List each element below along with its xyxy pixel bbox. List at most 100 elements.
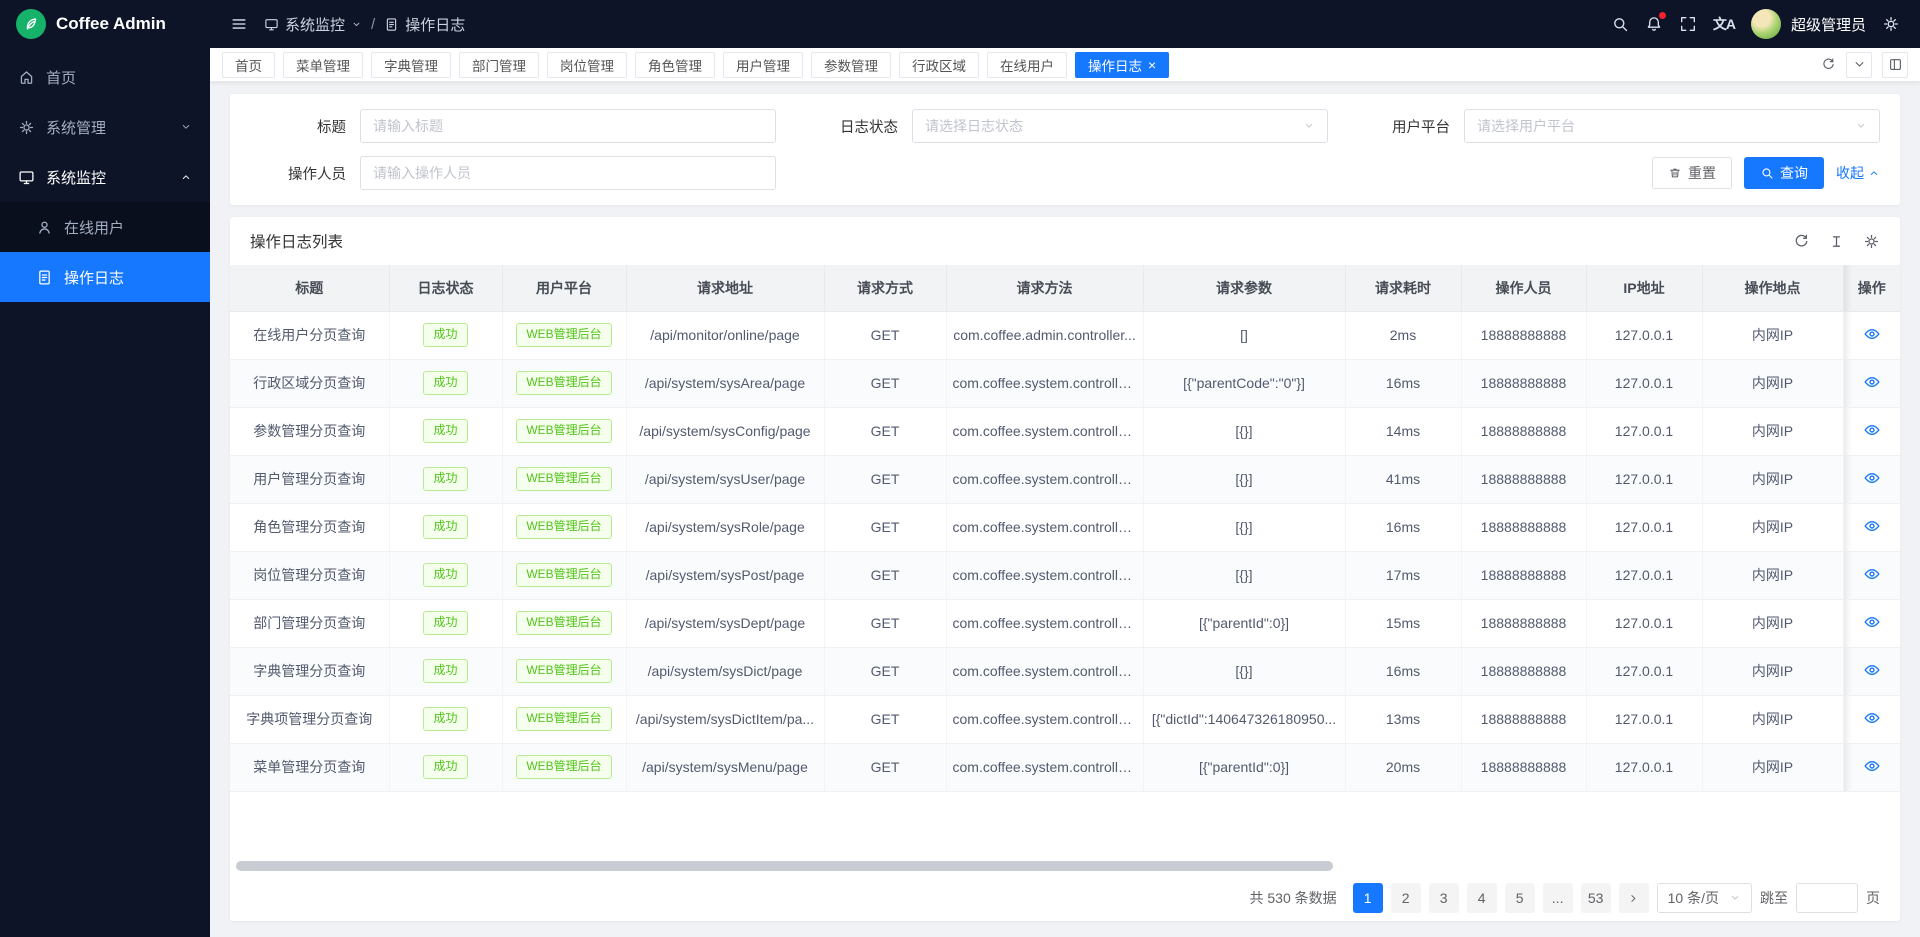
total-count: 共 530 条数据 [1250, 888, 1337, 908]
sidebar-item-online-users[interactable]: 在线用户 [0, 202, 210, 252]
refresh-table-icon[interactable] [1793, 233, 1810, 250]
row-density-icon[interactable] [1828, 233, 1845, 250]
breadcrumb-item-monitor[interactable]: 系统监控 [264, 14, 362, 35]
table-cell: 18888888888 [1461, 311, 1586, 359]
view-detail-eye-icon[interactable] [1863, 661, 1881, 679]
table-cell: GET [824, 647, 946, 695]
sidebar-item-home[interactable]: 首页 [0, 52, 210, 102]
platform-badge: WEB管理后台 [516, 659, 611, 683]
view-detail-eye-icon[interactable] [1863, 325, 1881, 343]
sidebar-item-label: 在线用户 [64, 217, 124, 238]
table-row[interactable]: 字典项管理分页查询成功WEB管理后台/api/system/sysDictIte… [230, 695, 1900, 743]
filter-panel: 标题 日志状态 请选择日志状态 用户平台 请选择用户平台 [230, 94, 1900, 205]
status-badge: 成功 [423, 515, 467, 539]
search-icon[interactable] [1611, 15, 1629, 33]
table-row[interactable]: 字典管理分页查询成功WEB管理后台/api/system/sysDict/pag… [230, 647, 1900, 695]
table-cell: 127.0.0.1 [1586, 695, 1702, 743]
view-detail-eye-icon[interactable] [1863, 517, 1881, 535]
collapse-filters-link[interactable]: 收起 [1836, 163, 1880, 183]
fullscreen-icon[interactable] [1679, 15, 1697, 33]
sidebar-item-operation-log[interactable]: 操作日志 [0, 252, 210, 302]
table-row[interactable]: 岗位管理分页查询成功WEB管理后台/api/system/sysPost/pag… [230, 551, 1900, 599]
table-cell: /api/system/sysPost/page [626, 551, 824, 599]
tab-item[interactable]: 字典管理 [371, 52, 451, 78]
sidebar-item-label: 首页 [46, 67, 76, 88]
content-layout-icon[interactable] [1882, 52, 1908, 78]
view-detail-eye-icon[interactable] [1863, 469, 1881, 487]
column-header: 请求地址 [626, 265, 824, 311]
table-cell: /api/system/sysArea/page [626, 359, 824, 407]
chevron-down-icon [1729, 892, 1741, 904]
tab-item[interactable]: 角色管理 [635, 52, 715, 78]
table-row[interactable]: 参数管理分页查询成功WEB管理后台/api/system/sysConfig/p… [230, 407, 1900, 455]
translate-icon[interactable]: 文A [1713, 14, 1735, 34]
tab-item[interactable]: 用户管理 [723, 52, 803, 78]
sidebar-item-system-manage[interactable]: 系统管理 [0, 102, 210, 152]
tab-item[interactable]: 行政区域 [899, 52, 979, 78]
tab-item[interactable]: 参数管理 [811, 52, 891, 78]
table-cell: 内网IP [1702, 743, 1843, 791]
scrollbar-thumb[interactable] [236, 861, 1333, 871]
card-title: 操作日志列表 [250, 230, 343, 252]
title-filter-input[interactable] [360, 109, 776, 143]
view-detail-eye-icon[interactable] [1863, 757, 1881, 775]
tab-item[interactable]: 菜单管理 [283, 52, 363, 78]
tab-item[interactable]: 在线用户 [987, 52, 1067, 78]
user-platform-select[interactable]: 请选择用户平台 [1464, 109, 1880, 143]
table-row[interactable]: 用户管理分页查询成功WEB管理后台/api/system/sysUser/pag… [230, 455, 1900, 503]
table-cell: 18888888888 [1461, 359, 1586, 407]
avatar[interactable] [1751, 9, 1781, 39]
sidebar-toggle-icon[interactable] [230, 15, 248, 33]
operator-filter-input[interactable] [360, 156, 776, 190]
table-row[interactable]: 在线用户分页查询成功WEB管理后台/api/monitor/online/pag… [230, 311, 1900, 359]
refresh-tabs-icon[interactable] [1821, 57, 1836, 72]
table-cell: 内网IP [1702, 311, 1843, 359]
close-icon[interactable]: × [1148, 58, 1156, 72]
sidebar-item-system-monitor[interactable]: 系统监控 [0, 152, 210, 202]
tab-label: 部门管理 [472, 55, 526, 75]
page-button[interactable]: 5 [1505, 883, 1535, 913]
page-button[interactable]: 2 [1391, 883, 1421, 913]
table-cell: [{}] [1143, 551, 1345, 599]
page-button[interactable]: 3 [1429, 883, 1459, 913]
column-settings-icon[interactable] [1863, 233, 1880, 250]
sidebar-item-label: 系统监控 [46, 167, 106, 188]
log-status-select[interactable]: 请选择日志状态 [912, 109, 1328, 143]
table-row[interactable]: 角色管理分页查询成功WEB管理后台/api/system/sysRole/pag… [230, 503, 1900, 551]
table-cell: GET [824, 455, 946, 503]
view-detail-eye-icon[interactable] [1863, 565, 1881, 583]
column-header: IP地址 [1586, 265, 1702, 311]
user-name[interactable]: 超级管理员 [1791, 14, 1866, 35]
search-button[interactable]: 查询 [1744, 157, 1824, 189]
view-detail-eye-icon[interactable] [1863, 613, 1881, 631]
table-cell: GET [824, 695, 946, 743]
reset-button[interactable]: 重置 [1652, 157, 1732, 189]
page-button[interactable]: 53 [1581, 883, 1611, 913]
settings-gear-icon[interactable] [1882, 15, 1900, 33]
platform-filter-label: 用户平台 [1354, 116, 1450, 137]
view-detail-eye-icon[interactable] [1863, 373, 1881, 391]
table-row[interactable]: 行政区域分页查询成功WEB管理后台/api/system/sysArea/pag… [230, 359, 1900, 407]
notification-bell-icon[interactable] [1645, 15, 1663, 33]
breadcrumb-item-log[interactable]: 操作日志 [384, 14, 465, 35]
page-button[interactable]: 4 [1467, 883, 1497, 913]
column-header: 操作地点 [1702, 265, 1843, 311]
sidebar-item-label: 系统管理 [46, 117, 106, 138]
app-logo[interactable]: Coffee Admin [0, 0, 210, 48]
tab-item[interactable]: 操作日志× [1075, 52, 1169, 78]
tab-item[interactable]: 首页 [222, 52, 275, 78]
view-detail-eye-icon[interactable] [1863, 709, 1881, 727]
table-cell: 内网IP [1702, 551, 1843, 599]
table-row[interactable]: 菜单管理分页查询成功WEB管理后台/api/system/sysMenu/pag… [230, 743, 1900, 791]
view-detail-eye-icon[interactable] [1863, 421, 1881, 439]
tab-item[interactable]: 岗位管理 [547, 52, 627, 78]
tab-item[interactable]: 部门管理 [459, 52, 539, 78]
next-page-button[interactable] [1619, 883, 1649, 913]
tab-options-chevron-icon[interactable] [1846, 52, 1872, 78]
page-size-select[interactable]: 10 条/页 [1657, 883, 1752, 913]
table-row[interactable]: 部门管理分页查询成功WEB管理后台/api/system/sysDept/pag… [230, 599, 1900, 647]
tab-label: 岗位管理 [560, 55, 614, 75]
tab-label: 首页 [235, 55, 262, 75]
page-button[interactable]: 1 [1353, 883, 1383, 913]
jump-page-input[interactable] [1796, 883, 1858, 913]
